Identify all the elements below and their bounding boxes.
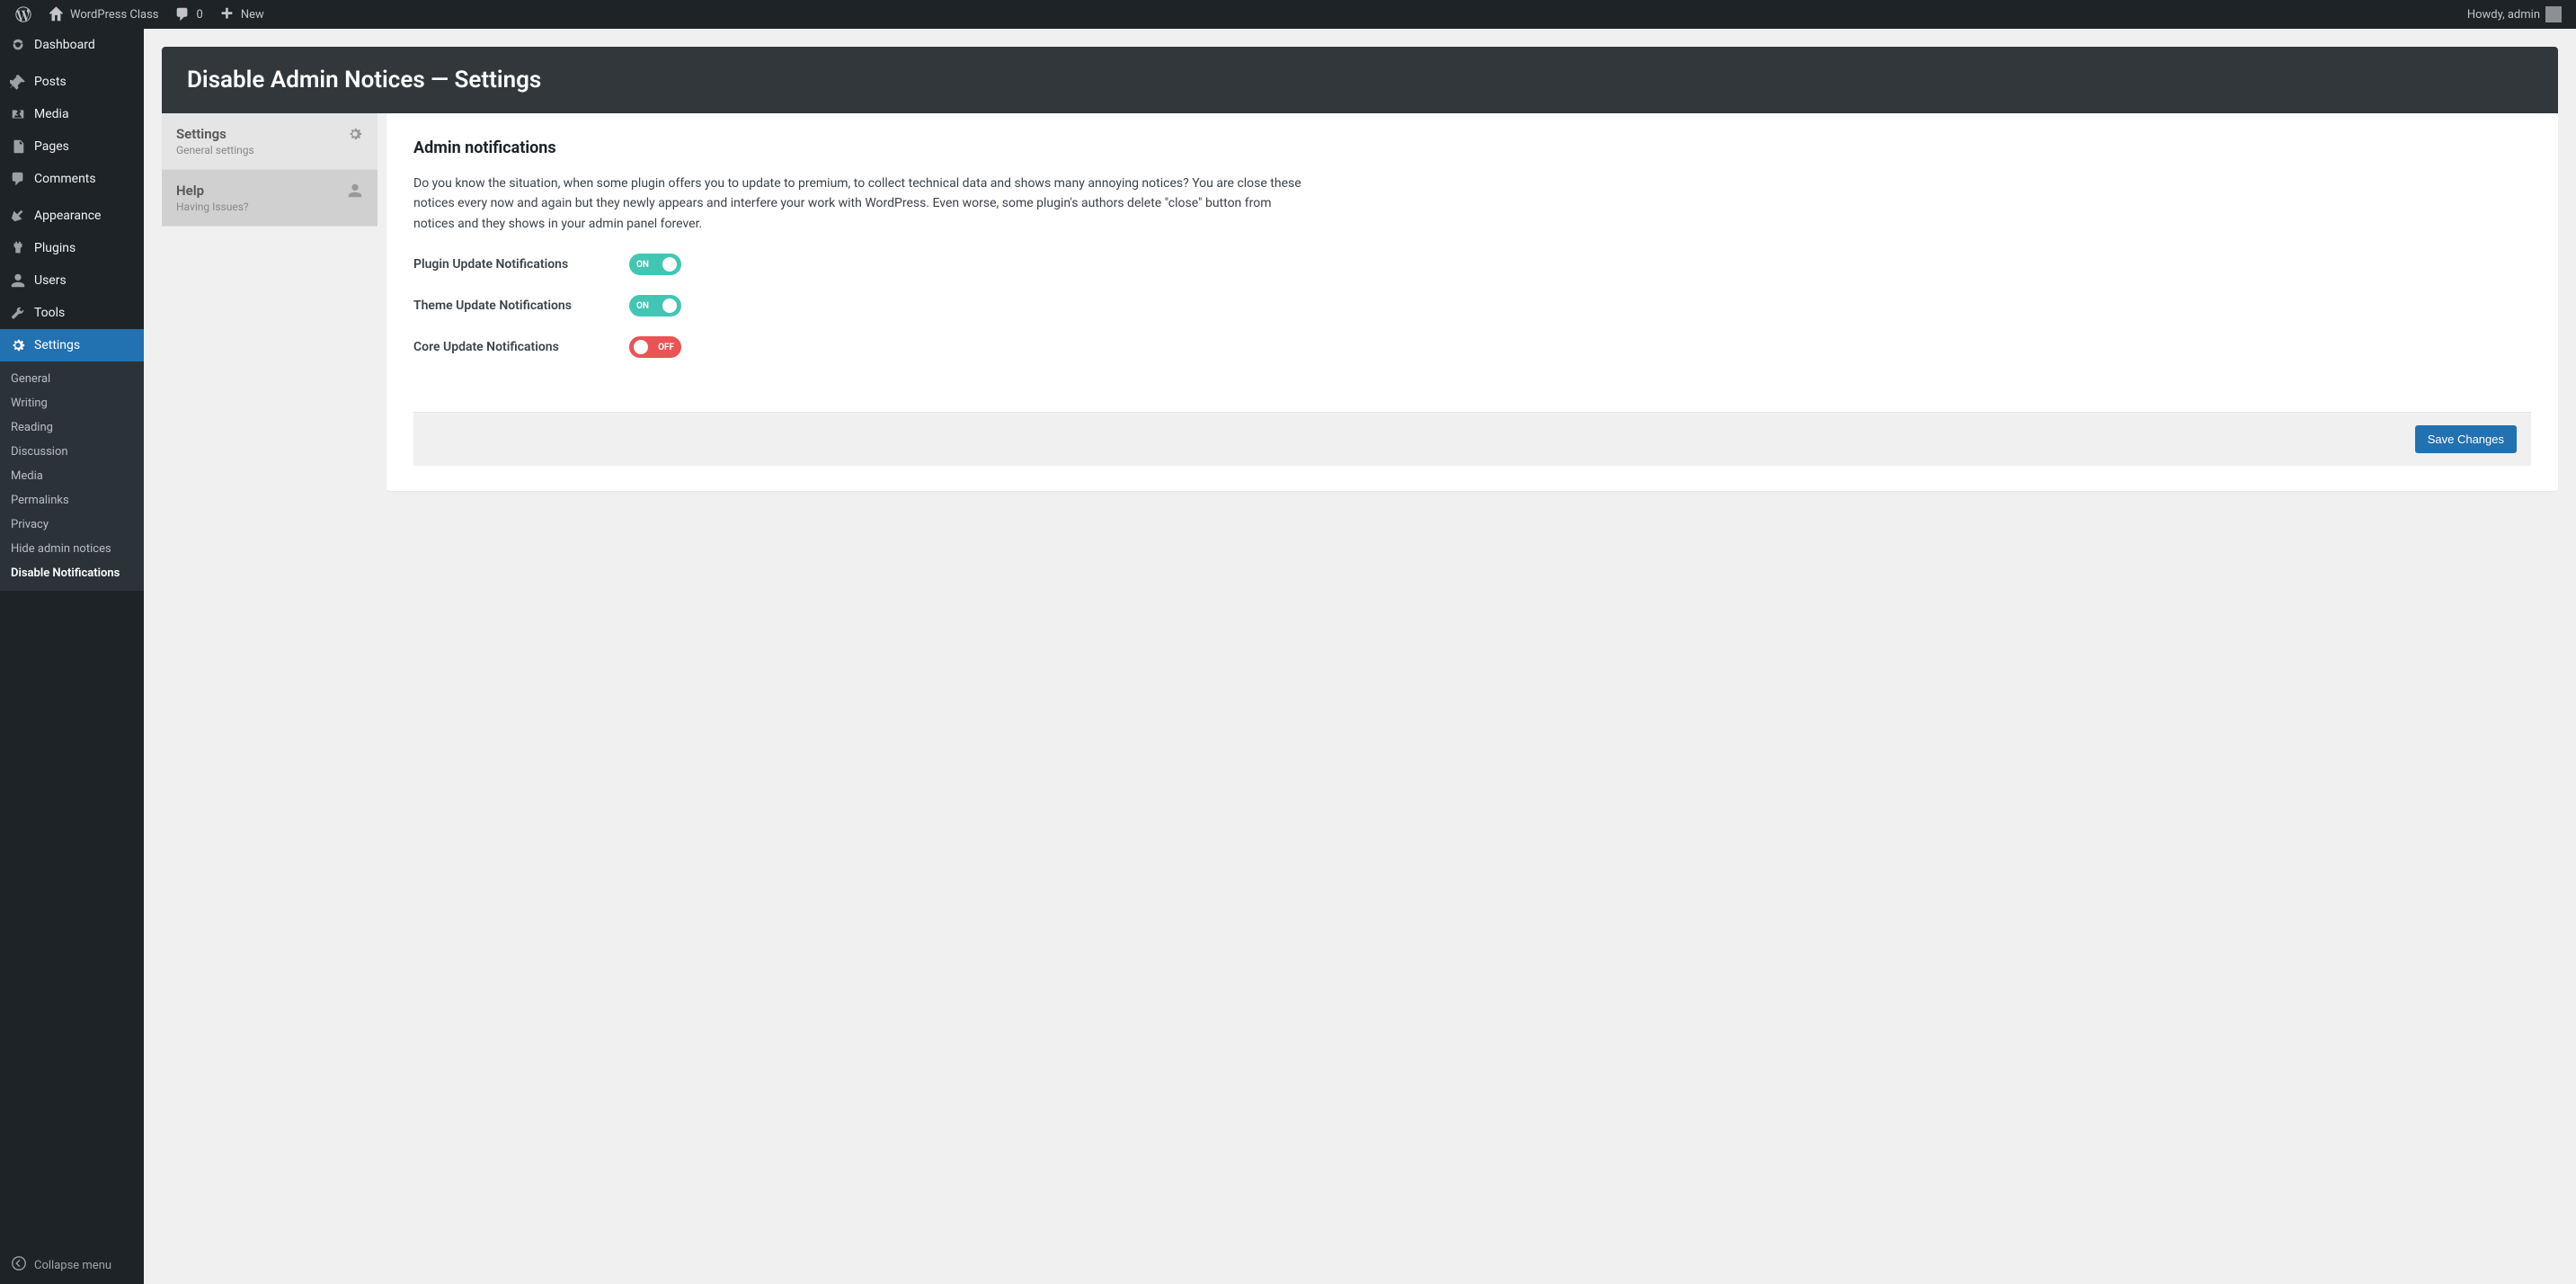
sidebar-item-posts[interactable]: Posts <box>0 66 144 98</box>
toggle-core-updates[interactable]: OFF <box>629 336 681 358</box>
submenu-general[interactable]: General <box>0 367 144 391</box>
sidebar-item-plugins[interactable]: Plugins <box>0 232 144 264</box>
toggle-knob <box>634 340 648 354</box>
page-title: Disable Admin Notices — Settings <box>162 47 2558 113</box>
tab-title: Settings <box>176 126 254 142</box>
toggle-state-text: ON <box>636 301 649 311</box>
option-row-theme-updates: Theme Update Notifications ON <box>413 295 2531 317</box>
submenu-reading[interactable]: Reading <box>0 415 144 440</box>
person-icon <box>347 183 363 199</box>
sidebar-item-dashboard[interactable]: Dashboard <box>0 29 144 61</box>
save-button[interactable]: Save Changes <box>2415 425 2517 453</box>
toggle-theme-updates[interactable]: ON <box>629 295 681 317</box>
section-heading: Admin notifications <box>413 138 2531 157</box>
tab-subtitle: General settings <box>176 144 254 156</box>
sidebar-item-media[interactable]: Media <box>0 98 144 130</box>
avatar <box>2545 6 2562 22</box>
option-row-plugin-updates: Plugin Update Notifications ON <box>413 254 2531 275</box>
home-icon <box>47 5 65 23</box>
comments-link[interactable]: 0 <box>166 0 210 29</box>
content-area: Disable Admin Notices — Settings Setting… <box>144 29 2576 1284</box>
sidebar-item-settings[interactable]: Settings <box>0 329 144 361</box>
collapse-icon <box>11 1255 27 1275</box>
sidebar-item-label: Dashboard <box>34 38 95 52</box>
intro-text: Do you know the situation, when some plu… <box>413 174 1312 234</box>
toggle-knob <box>662 257 677 272</box>
toggle-plugin-updates[interactable]: ON <box>629 254 681 275</box>
sidebar-item-label: Media <box>34 107 69 121</box>
collapse-menu[interactable]: Collapse menu <box>0 1246 144 1284</box>
comment-icon <box>173 5 191 23</box>
admin-menu: Dashboard Posts Media Pages Comments App… <box>0 29 144 1284</box>
gear-icon <box>347 126 363 142</box>
panel-footer: Save Changes <box>413 412 2531 466</box>
sidebar-item-label: Tools <box>34 306 65 320</box>
appearance-icon <box>9 207 27 225</box>
sidebar-item-label: Appearance <box>34 209 101 223</box>
site-name: WordPress Class <box>70 8 159 22</box>
media-icon <box>9 105 27 123</box>
pin-icon <box>9 73 27 91</box>
submenu-privacy[interactable]: Privacy <box>0 513 144 537</box>
admin-bar-right: Howdy, admin <box>2460 0 2569 29</box>
comments-icon <box>9 170 27 188</box>
sidebar-item-tools[interactable]: Tools <box>0 297 144 329</box>
collapse-label: Collapse menu <box>34 1259 111 1272</box>
tools-icon <box>9 304 27 322</box>
tabs-column: Settings General settings Help Having Is… <box>162 113 378 491</box>
submenu-writing[interactable]: Writing <box>0 391 144 415</box>
submenu-discussion[interactable]: Discussion <box>0 440 144 464</box>
new-label: New <box>241 8 264 22</box>
option-row-core-updates: Core Update Notifications OFF <box>413 336 2531 358</box>
plugins-icon <box>9 239 27 257</box>
submenu-hide-admin-notices[interactable]: Hide admin notices <box>0 537 144 561</box>
sidebar-item-users[interactable]: Users <box>0 264 144 297</box>
admin-bar: WordPress Class 0 New Howdy, admin <box>0 0 2576 29</box>
comments-count: 0 <box>197 8 203 22</box>
howdy-text: Howdy, admin <box>2467 8 2540 22</box>
sidebar-item-label: Settings <box>34 338 80 352</box>
sidebar-item-label: Comments <box>34 172 96 186</box>
toggle-state-text: OFF <box>658 343 674 352</box>
dashboard-icon <box>9 36 27 54</box>
submenu-permalinks[interactable]: Permalinks <box>0 488 144 513</box>
toggle-knob <box>662 299 677 313</box>
tab-settings[interactable]: Settings General settings <box>162 113 378 170</box>
submenu-disable-notifications[interactable]: Disable Notifications <box>0 561 144 585</box>
option-label: Plugin Update Notifications <box>413 257 593 272</box>
account-link[interactable]: Howdy, admin <box>2460 0 2569 29</box>
site-home-link[interactable]: WordPress Class <box>40 0 166 29</box>
wp-logo[interactable] <box>7 0 40 29</box>
settings-panel: Admin notifications Do you know the situ… <box>386 113 2558 491</box>
sidebar-item-comments[interactable]: Comments <box>0 163 144 195</box>
pages-icon <box>9 138 27 156</box>
settings-submenu: General Writing Reading Discussion Media… <box>0 361 144 591</box>
toggle-state-text: ON <box>636 260 649 270</box>
submenu-media[interactable]: Media <box>0 464 144 488</box>
option-label: Theme Update Notifications <box>413 299 593 313</box>
sidebar-item-label: Posts <box>34 75 67 89</box>
users-icon <box>9 272 27 290</box>
new-content-link[interactable]: New <box>210 0 271 29</box>
admin-bar-left: WordPress Class 0 New <box>7 0 271 29</box>
tab-help[interactable]: Help Having Issues? <box>162 170 378 227</box>
sidebar-item-label: Pages <box>34 139 69 154</box>
settings-icon <box>9 336 27 354</box>
plus-icon <box>218 5 235 23</box>
wordpress-icon <box>14 5 32 23</box>
sidebar-item-label: Users <box>34 273 67 288</box>
sidebar-item-pages[interactable]: Pages <box>0 130 144 163</box>
sidebar-item-appearance[interactable]: Appearance <box>0 200 144 232</box>
tab-title: Help <box>176 183 249 199</box>
option-label: Core Update Notifications <box>413 340 593 354</box>
sidebar-item-label: Plugins <box>34 241 76 255</box>
tab-subtitle: Having Issues? <box>176 201 249 213</box>
